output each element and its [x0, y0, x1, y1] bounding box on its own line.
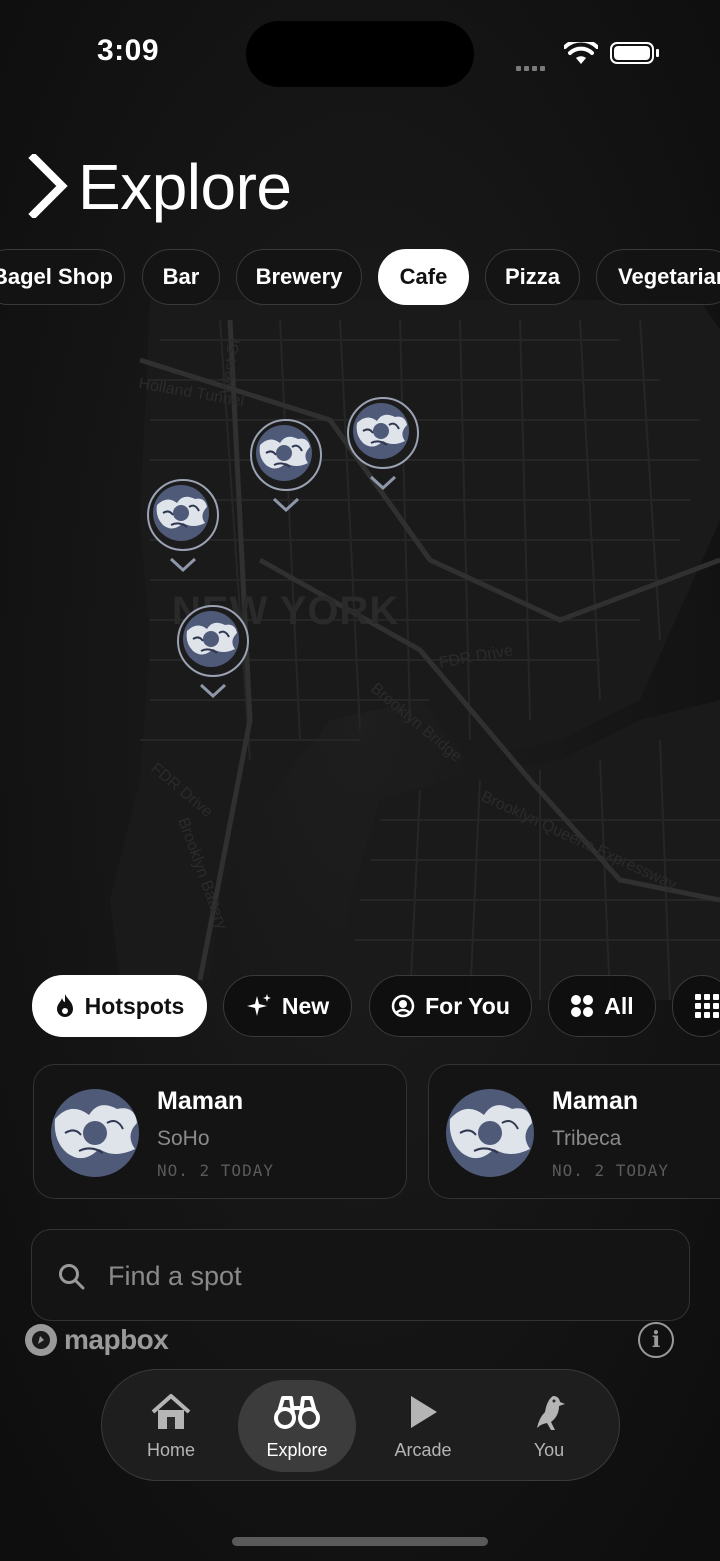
spot-name: Maman: [552, 1087, 639, 1115]
mapbox-logo-icon: [25, 1324, 57, 1356]
user-circle-icon: [391, 994, 415, 1018]
chip-label: Bagel Shop: [0, 264, 113, 289]
chip-label: Bar: [162, 264, 200, 289]
chevron-down-icon: [369, 475, 397, 491]
battery-cap: [656, 49, 659, 57]
map-pin[interactable]: [177, 605, 249, 715]
mapbox-attribution[interactable]: mapbox: [24, 1322, 169, 1358]
category-chip-vegetarian[interactable]: Vegetarian: [596, 249, 720, 305]
grid-icon: [695, 994, 719, 1018]
page-title: Explore: [78, 151, 292, 223]
filter-label: For You: [425, 992, 510, 1019]
home-indicator[interactable]: [232, 1537, 488, 1546]
spot-neighborhood: SoHo: [157, 1127, 210, 1150]
battery-icon: [610, 42, 654, 64]
filter-chip-new[interactable]: New: [223, 975, 352, 1037]
spot-neighborhood: Tribeca: [552, 1127, 622, 1150]
search-bar[interactable]: [31, 1229, 690, 1321]
grid-dots-icon: [571, 995, 594, 1017]
cellular-signal-icon: [516, 58, 548, 76]
chevron-right-icon: [28, 154, 68, 218]
sparkle-icon: [246, 994, 271, 1016]
cafe-logo-image: [183, 611, 239, 667]
filter-chip-grid[interactable]: [672, 975, 720, 1037]
category-chip-brewery[interactable]: Brewery: [236, 249, 362, 305]
filter-chip-hotspots[interactable]: Hotspots: [32, 975, 207, 1037]
cafe-logo-image: [51, 1089, 139, 1177]
wifi-icon: [564, 42, 598, 64]
home-icon: [151, 1394, 191, 1429]
tab-you[interactable]: You: [490, 1380, 608, 1472]
tab-label: You: [533, 1440, 565, 1460]
tab-home[interactable]: Home: [112, 1380, 230, 1472]
chevron-down-icon: [169, 557, 197, 573]
chip-label: Cafe: [399, 264, 448, 289]
search-input[interactable]: [106, 1250, 650, 1302]
spot-rank: NO. 2 TODAY: [552, 1161, 669, 1180]
cafe-logo-image: [353, 403, 409, 459]
map-pin[interactable]: [347, 397, 419, 507]
spot-card[interactable]: Maman SoHo NO. 2 TODAY: [33, 1064, 407, 1199]
play-icon: [411, 1396, 437, 1428]
tab-label: Arcade: [394, 1440, 452, 1460]
cafe-logo-image: [446, 1089, 534, 1177]
flame-icon: [56, 994, 73, 1017]
category-chip-bagel-shop[interactable]: Bagel Shop: [0, 249, 125, 305]
filter-label: New: [281, 992, 330, 1019]
tab-explore[interactable]: Explore: [238, 1380, 356, 1472]
dynamic-island: [246, 21, 474, 87]
cafe-logo-image: [256, 425, 312, 481]
filter-chip-for-you[interactable]: For You: [369, 975, 532, 1037]
filter-chip-all[interactable]: All: [548, 975, 656, 1037]
chevron-down-icon: [199, 683, 227, 699]
cafe-logo-image: [153, 485, 209, 541]
chip-label: Pizza: [504, 264, 561, 289]
spot-name: Maman: [157, 1087, 244, 1115]
category-chip-cafe[interactable]: Cafe: [378, 249, 469, 305]
map-pin[interactable]: [147, 479, 219, 589]
spot-rank: NO. 2 TODAY: [157, 1161, 274, 1180]
category-chip-pizza[interactable]: Pizza: [485, 249, 580, 305]
mapbox-brand: mapbox: [64, 1324, 169, 1355]
chevron-down-icon: [272, 497, 300, 513]
map-pin[interactable]: [250, 419, 322, 529]
tab-arcade[interactable]: Arcade: [364, 1380, 482, 1472]
status-bar: 3:09: [0, 0, 720, 110]
category-chip-row[interactable]: Bagel Shop Bar Brewery Cafe Pizza Vegeta…: [0, 249, 720, 307]
spot-card[interactable]: Maman Tribeca NO. 2 TODAY: [428, 1064, 720, 1199]
filter-label: Hotspots: [84, 992, 185, 1019]
binoculars-icon: [274, 1396, 320, 1429]
bird-icon: [537, 1396, 565, 1430]
status-time: 3:09: [97, 34, 160, 67]
category-chip-bar[interactable]: Bar: [142, 249, 220, 305]
chip-label: Vegetarian: [618, 264, 720, 289]
chip-label: Brewery: [255, 264, 343, 289]
search-icon: [59, 1264, 85, 1290]
tab-label: Home: [146, 1440, 195, 1460]
filter-label: All: [604, 992, 634, 1019]
tab-label: Explore: [266, 1440, 328, 1460]
tab-bar: Home Explore Arcade You: [101, 1369, 620, 1481]
info-button[interactable]: i: [638, 1322, 674, 1358]
filter-chip-row[interactable]: Hotspots New For You All: [0, 975, 720, 1039]
